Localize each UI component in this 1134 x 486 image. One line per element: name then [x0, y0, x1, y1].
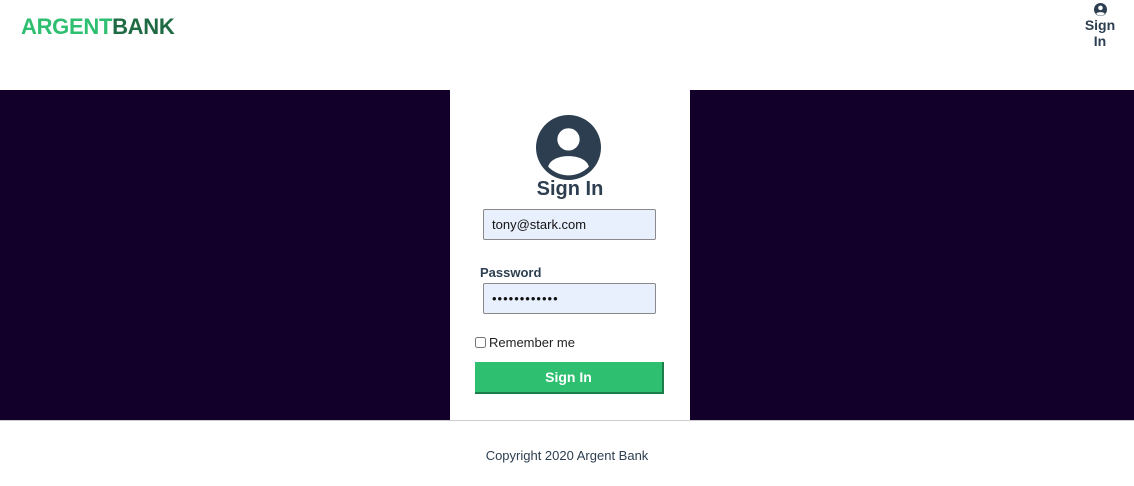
logo-text-argent: ARGENT — [21, 14, 113, 39]
password-label: Password — [480, 265, 542, 280]
nav-sign-in-label: Sign In — [1084, 17, 1116, 49]
sign-in-button[interactable]: Sign In — [475, 362, 664, 394]
sign-in-card: Sign In Password Remember me Sign In — [450, 90, 690, 420]
header: ARGENTBANK Sign In — [0, 0, 1134, 90]
password-input[interactable] — [483, 283, 656, 314]
remember-me-checkbox[interactable] — [475, 337, 486, 348]
remember-me-label: Remember me — [489, 335, 575, 350]
footer: Copyright 2020 Argent Bank — [0, 420, 1134, 486]
remember-me[interactable]: Remember me — [475, 335, 575, 350]
email-input[interactable] — [483, 209, 656, 240]
sign-in-title: Sign In — [536, 178, 604, 200]
logo-text-bank: BANK — [112, 14, 175, 39]
user-circle-icon — [1093, 3, 1107, 16]
nav-sign-in-link[interactable]: Sign In — [1078, 3, 1122, 49]
user-circle-icon — [536, 115, 601, 180]
argent-bank-logo[interactable]: ARGENTBANK — [21, 14, 175, 40]
copyright-text: Copyright 2020 Argent Bank — [485, 448, 649, 463]
